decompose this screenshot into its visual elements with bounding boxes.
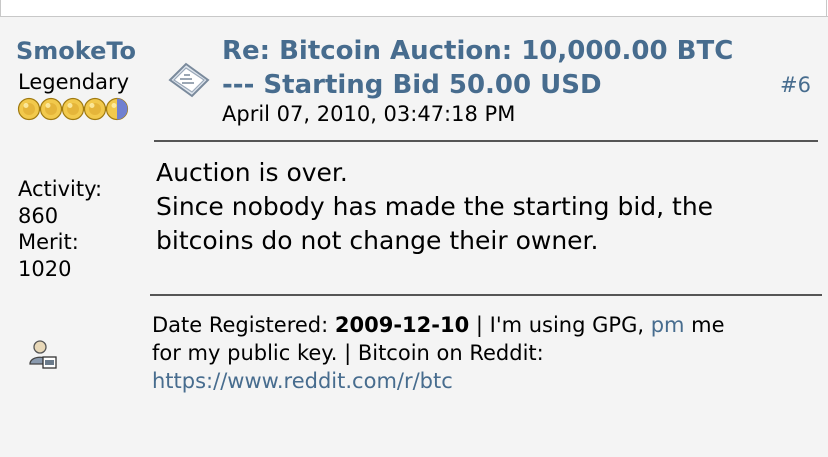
date-registered-label: Date Registered:	[152, 313, 335, 337]
poster-name-link[interactable]: SmokeTo	[16, 36, 150, 66]
signature-text: | I'm using GPG,	[469, 313, 651, 337]
poster-rank: Legendary	[18, 70, 130, 94]
post-date: April 07, 2010, 03:47:18 PM	[222, 102, 516, 126]
post-number-link[interactable]: #6	[780, 72, 811, 98]
right-border	[826, 0, 827, 16]
merit-label: Merit:	[18, 230, 79, 254]
user-profile-icon[interactable]	[28, 338, 58, 370]
activity-label: Activity:	[18, 177, 103, 201]
body-line: Auction is over.	[156, 158, 348, 187]
rank-star-icon	[39, 97, 63, 121]
date-registered-value: 2009-12-10	[334, 313, 470, 337]
rank-stars	[17, 97, 129, 121]
rank-star-icon	[17, 97, 41, 121]
post-divider	[154, 140, 818, 142]
activity-value: 860	[18, 203, 59, 228]
half-rank-star-icon	[105, 97, 129, 121]
signature: Date Registered: 2009-12-10 | I'm using …	[152, 311, 812, 395]
signature-divider	[150, 294, 822, 296]
rank-star-icon	[83, 97, 107, 121]
signature-line-2: for my public key. | Bitcoin on Reddit:	[152, 341, 544, 365]
pm-link[interactable]: pm	[651, 313, 685, 337]
subject-line-1[interactable]: Re: Bitcoin Auction: 10,000.00 BTC	[222, 34, 782, 68]
rank-star-icon	[61, 97, 85, 121]
post-subject-link[interactable]: Re: Bitcoin Auction: 10,000.00 BTC --- S…	[222, 34, 782, 102]
body-line: bitcoins do not change their owner.	[156, 226, 599, 255]
reddit-link[interactable]: https://www.reddit.com/r/btc	[152, 369, 453, 393]
left-border	[0, 0, 1, 16]
post-message-icon	[168, 62, 210, 98]
subject-line-2[interactable]: --- Starting Bid 50.00 USD	[222, 68, 782, 102]
merit-value: 1020	[18, 256, 72, 281]
signature-line-1: Date Registered: 2009-12-10 | I'm using …	[152, 311, 812, 339]
post-body: Auction is over. Since nobody has made t…	[156, 156, 816, 258]
signature-text: me	[684, 313, 725, 337]
signature-line-3: https://www.reddit.com/r/btc	[152, 367, 812, 395]
poster-stats: Activity: 860 Merit: 1020	[18, 176, 102, 282]
body-line: Since nobody has made the starting bid, …	[156, 192, 714, 221]
previous-post-bottom-edge	[0, 0, 828, 17]
